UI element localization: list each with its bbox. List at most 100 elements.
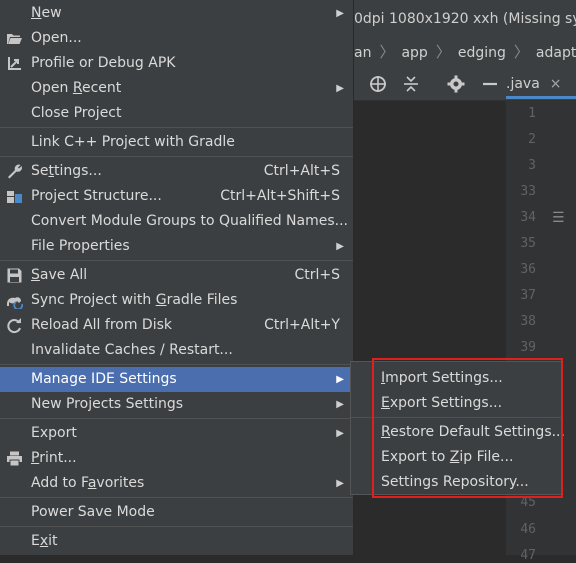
annotation-highlight-box xyxy=(372,358,563,498)
menu-item-label: Export xyxy=(31,425,77,441)
chevron-right-icon: 〉 xyxy=(435,43,451,61)
editor-tab-label: .java xyxy=(506,76,540,92)
menu-item-label: Power Save Mode xyxy=(31,504,155,520)
menu-item-reload-all[interactable]: Reload All from Disk Ctrl+Alt+Y xyxy=(0,313,353,338)
menu-item-label: Convert Module Groups to Qualified Names… xyxy=(31,213,349,229)
menu-item-label: New xyxy=(31,5,62,21)
menu-item-label: Manage IDE Settings xyxy=(31,371,177,387)
save-icon xyxy=(7,268,22,283)
menu-separator xyxy=(0,260,353,261)
line-number: 34 xyxy=(520,210,536,225)
menu-separator xyxy=(0,418,353,419)
minimize-icon[interactable] xyxy=(480,74,500,94)
line-number: 2 xyxy=(528,132,536,147)
menu-item-save-all[interactable]: Save All Ctrl+S xyxy=(0,263,353,288)
project-structure-icon xyxy=(7,191,22,203)
menu-item-shortcut: Ctrl+Alt+S xyxy=(263,163,340,179)
menu-item-new[interactable]: New ▶ xyxy=(0,1,353,26)
menu-item-open-recent[interactable]: Open Recent ▶ xyxy=(0,76,353,101)
menu-item-label: Exit xyxy=(31,533,58,549)
menu-item-label: Save All xyxy=(31,267,88,283)
line-number: 46 xyxy=(520,522,536,537)
menu-item-label: Invalidate Caches / Restart... xyxy=(31,342,233,358)
menu-item-label: Close Project xyxy=(31,105,122,121)
menu-item-label: Link C++ Project with Gradle xyxy=(31,134,235,150)
chevron-right-icon: 〉 xyxy=(379,43,395,61)
line-number: 38 xyxy=(520,314,536,329)
profile-debug-icon xyxy=(8,57,21,70)
reload-icon xyxy=(7,318,21,334)
print-icon xyxy=(7,451,22,467)
implements-marker-icon[interactable]: ☰ xyxy=(552,210,565,226)
sync-gradle-icon xyxy=(7,297,23,309)
menu-item-label: New Projects Settings xyxy=(31,396,184,412)
gear-icon[interactable] xyxy=(446,74,466,94)
submenu-arrow-icon: ▶ xyxy=(336,83,344,94)
menu-item-project-structure[interactable]: Project Structure... Ctrl+Alt+Shift+S xyxy=(0,184,353,209)
window-title: 0dpi 1080x1920 xxh (Missing syste xyxy=(354,11,576,27)
menu-item-shortcut: Ctrl+S xyxy=(294,267,340,283)
active-tab-indicator xyxy=(506,96,576,99)
menu-item-invalidate-caches[interactable]: Invalidate Caches / Restart... xyxy=(0,338,353,363)
breadcrumb-item[interactable]: adapter xyxy=(536,39,576,67)
menu-item-label: Open Recent xyxy=(31,80,122,96)
menu-item-label: Profile or Debug APK xyxy=(31,55,176,71)
menu-item-sync-gradle[interactable]: Sync Project with Gradle Files xyxy=(0,288,353,313)
wrench-icon xyxy=(8,164,22,179)
crosshair-icon[interactable] xyxy=(368,74,388,94)
line-number: 47 xyxy=(520,548,536,563)
menu-separator xyxy=(0,526,353,527)
menu-item-new-projects-settings[interactable]: New Projects Settings ▶ xyxy=(0,392,353,417)
line-number: 36 xyxy=(520,262,536,277)
menu-item-settings[interactable]: Settings... Ctrl+Alt+S xyxy=(0,159,353,184)
line-number: 3 xyxy=(528,158,536,173)
line-number: 37 xyxy=(520,288,536,303)
menu-item-export[interactable]: Export ▶ xyxy=(0,421,353,446)
menu-item-exit[interactable]: Exit xyxy=(0,529,353,554)
menu-item-file-properties[interactable]: File Properties ▶ xyxy=(0,234,353,259)
line-number: 35 xyxy=(520,236,536,251)
submenu-arrow-icon: ▶ xyxy=(336,8,344,19)
close-icon[interactable]: × xyxy=(550,76,562,92)
submenu-arrow-icon: ▶ xyxy=(336,241,344,252)
menu-item-shortcut: Ctrl+Alt+Y xyxy=(264,317,340,333)
submenu-arrow-icon: ▶ xyxy=(336,374,344,385)
menu-item-label: Add to Favorites xyxy=(31,475,145,491)
menu-item-label: Reload All from Disk xyxy=(31,317,172,333)
line-number: 39 xyxy=(520,340,536,355)
chevron-right-icon: 〉 xyxy=(513,43,529,61)
breadcrumb: an 〉 app 〉 edging 〉 adapter xyxy=(354,38,576,69)
menu-separator xyxy=(0,127,353,128)
menu-item-shortcut: Ctrl+Alt+Shift+S xyxy=(220,188,340,204)
folder-open-icon xyxy=(7,34,22,44)
menu-item-open[interactable]: Open... xyxy=(0,26,353,51)
menu-item-label: File Properties xyxy=(31,238,130,254)
menu-item-label: Settings... xyxy=(31,163,102,179)
menu-separator xyxy=(0,497,353,498)
line-number: 33 xyxy=(520,184,536,199)
menu-item-add-to-favorites[interactable]: Add to Favorites ▶ xyxy=(0,471,353,496)
menu-item-link-cpp-project[interactable]: Link C++ Project with Gradle xyxy=(0,130,353,155)
menu-item-print[interactable]: Print... xyxy=(0,446,353,471)
menu-separator xyxy=(0,364,353,365)
menu-item-power-save-mode[interactable]: Power Save Mode xyxy=(0,500,353,525)
menu-item-convert-module-groups[interactable]: Convert Module Groups to Qualified Names… xyxy=(0,209,353,234)
breadcrumb-item[interactable]: an xyxy=(354,39,371,67)
file-menu: New ▶ Open... Profile or Debug APK Open … xyxy=(0,0,354,555)
submenu-arrow-icon: ▶ xyxy=(336,399,344,410)
line-number: 1 xyxy=(528,106,536,121)
menu-item-close-project[interactable]: Close Project xyxy=(0,101,353,126)
menu-item-label: Print... xyxy=(31,450,77,466)
submenu-arrow-icon: ▶ xyxy=(336,428,344,439)
breadcrumb-item[interactable]: app xyxy=(401,39,427,67)
submenu-arrow-icon: ▶ xyxy=(336,478,344,489)
menu-item-label: Sync Project with Gradle Files xyxy=(31,292,238,308)
menu-item-label: Project Structure... xyxy=(31,188,162,204)
collapse-icon[interactable] xyxy=(401,74,421,94)
menu-item-label: Open... xyxy=(31,30,82,46)
breadcrumb-item[interactable]: edging xyxy=(458,39,506,67)
menu-separator xyxy=(0,156,353,157)
menu-item-manage-ide-settings[interactable]: Manage IDE Settings ▶ xyxy=(0,367,353,392)
window-title-bar: 0dpi 1080x1920 xxh (Missing syste xyxy=(354,0,576,39)
menu-item-profile-debug-apk[interactable]: Profile or Debug APK xyxy=(0,51,353,76)
